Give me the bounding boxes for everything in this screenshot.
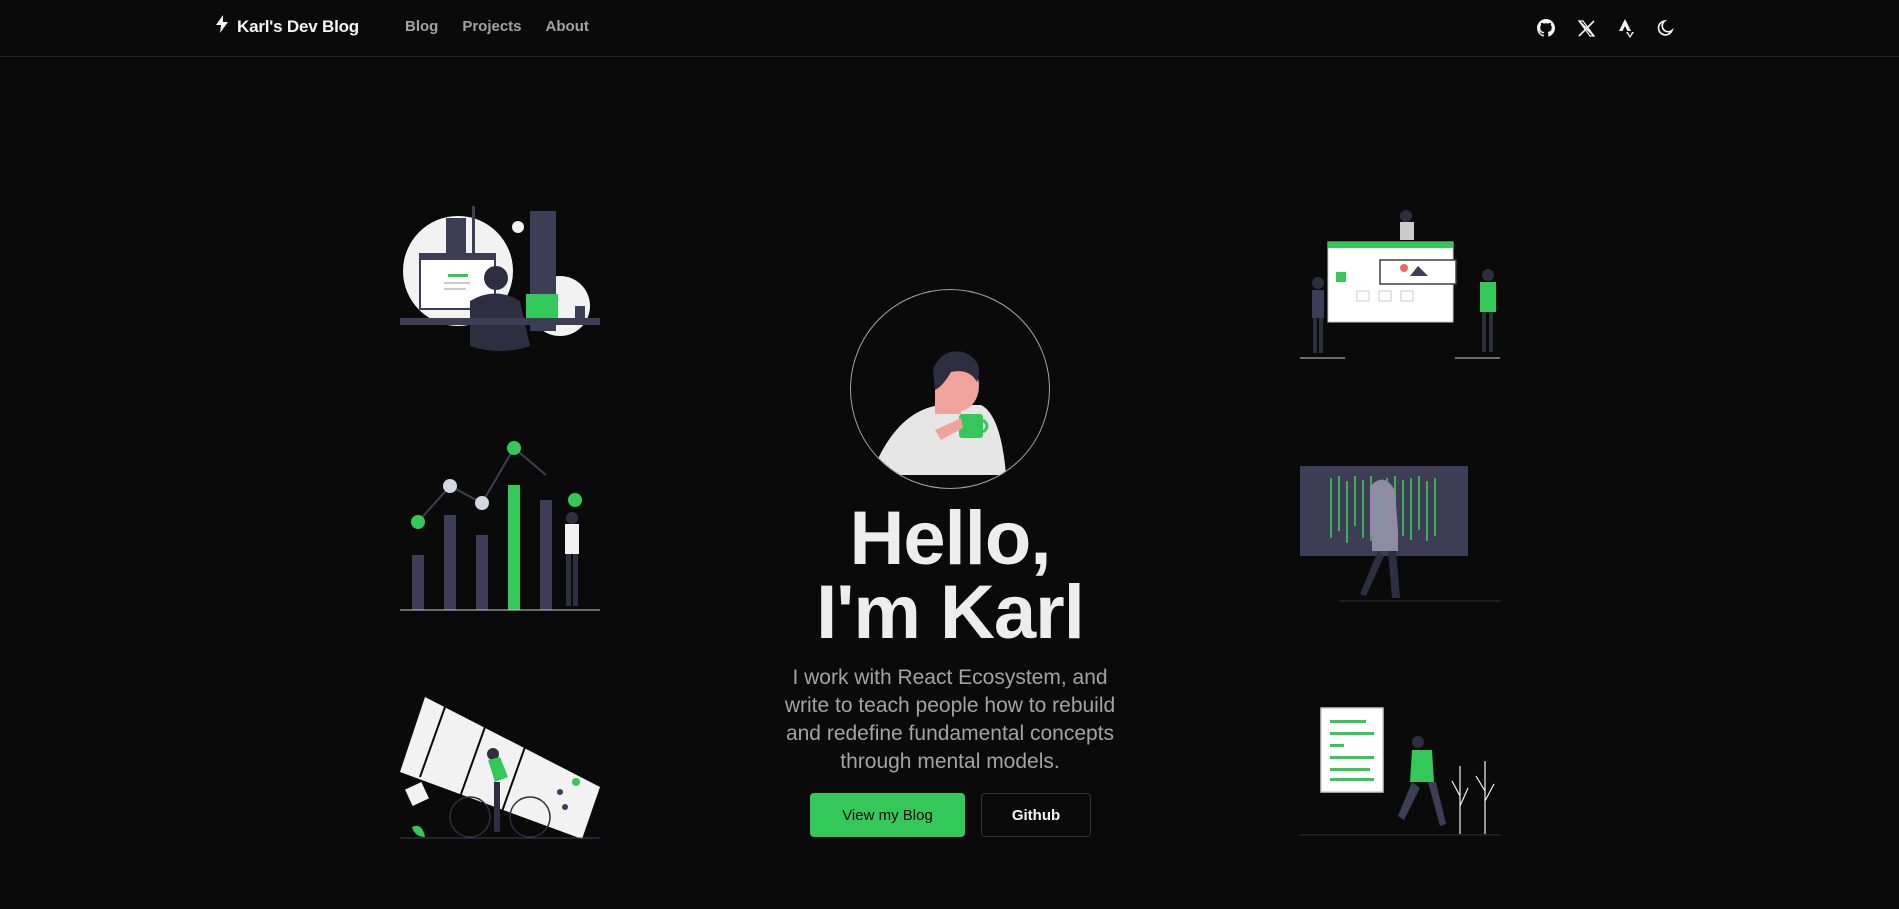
hero-heading: Hello, I'm Karl bbox=[700, 496, 1200, 655]
moon-theme-icon[interactable] bbox=[1655, 16, 1677, 40]
illustration-runner-checklist bbox=[1300, 706, 1500, 836]
brand-name: Karl's Dev Blog bbox=[237, 16, 359, 36]
hero-description: I work with React Ecosystem, and write t… bbox=[784, 666, 1116, 773]
illustration-team-board bbox=[1300, 208, 1500, 360]
nav-link-about[interactable]: About bbox=[546, 18, 589, 35]
profile-avatar bbox=[850, 289, 1050, 489]
github-button[interactable]: Github bbox=[981, 793, 1091, 837]
lightning-bolt-icon bbox=[215, 15, 229, 38]
brand-link[interactable]: Karl's Dev Blog bbox=[215, 15, 359, 38]
strava-icon[interactable] bbox=[1615, 16, 1637, 40]
hero-heading-line1: Hello, bbox=[849, 496, 1052, 581]
hero-heading-line2: I'm Karl bbox=[816, 570, 1085, 655]
top-navbar: Karl's Dev Blog Blog Projects About bbox=[0, 0, 1899, 57]
nav-link-projects[interactable]: Projects bbox=[462, 18, 521, 35]
illustration-developer-desk bbox=[400, 206, 600, 356]
illustration-cyclist bbox=[400, 697, 600, 839]
x-twitter-icon[interactable] bbox=[1575, 16, 1597, 40]
main-nav: Blog Projects About bbox=[405, 18, 613, 35]
view-blog-button[interactable]: View my Blog bbox=[810, 793, 965, 837]
illustration-matrix-hacker bbox=[1300, 466, 1500, 602]
illustration-growth-chart bbox=[400, 440, 600, 612]
github-icon[interactable] bbox=[1535, 16, 1557, 40]
nav-link-blog[interactable]: Blog bbox=[405, 18, 438, 35]
social-icons bbox=[1535, 16, 1677, 40]
